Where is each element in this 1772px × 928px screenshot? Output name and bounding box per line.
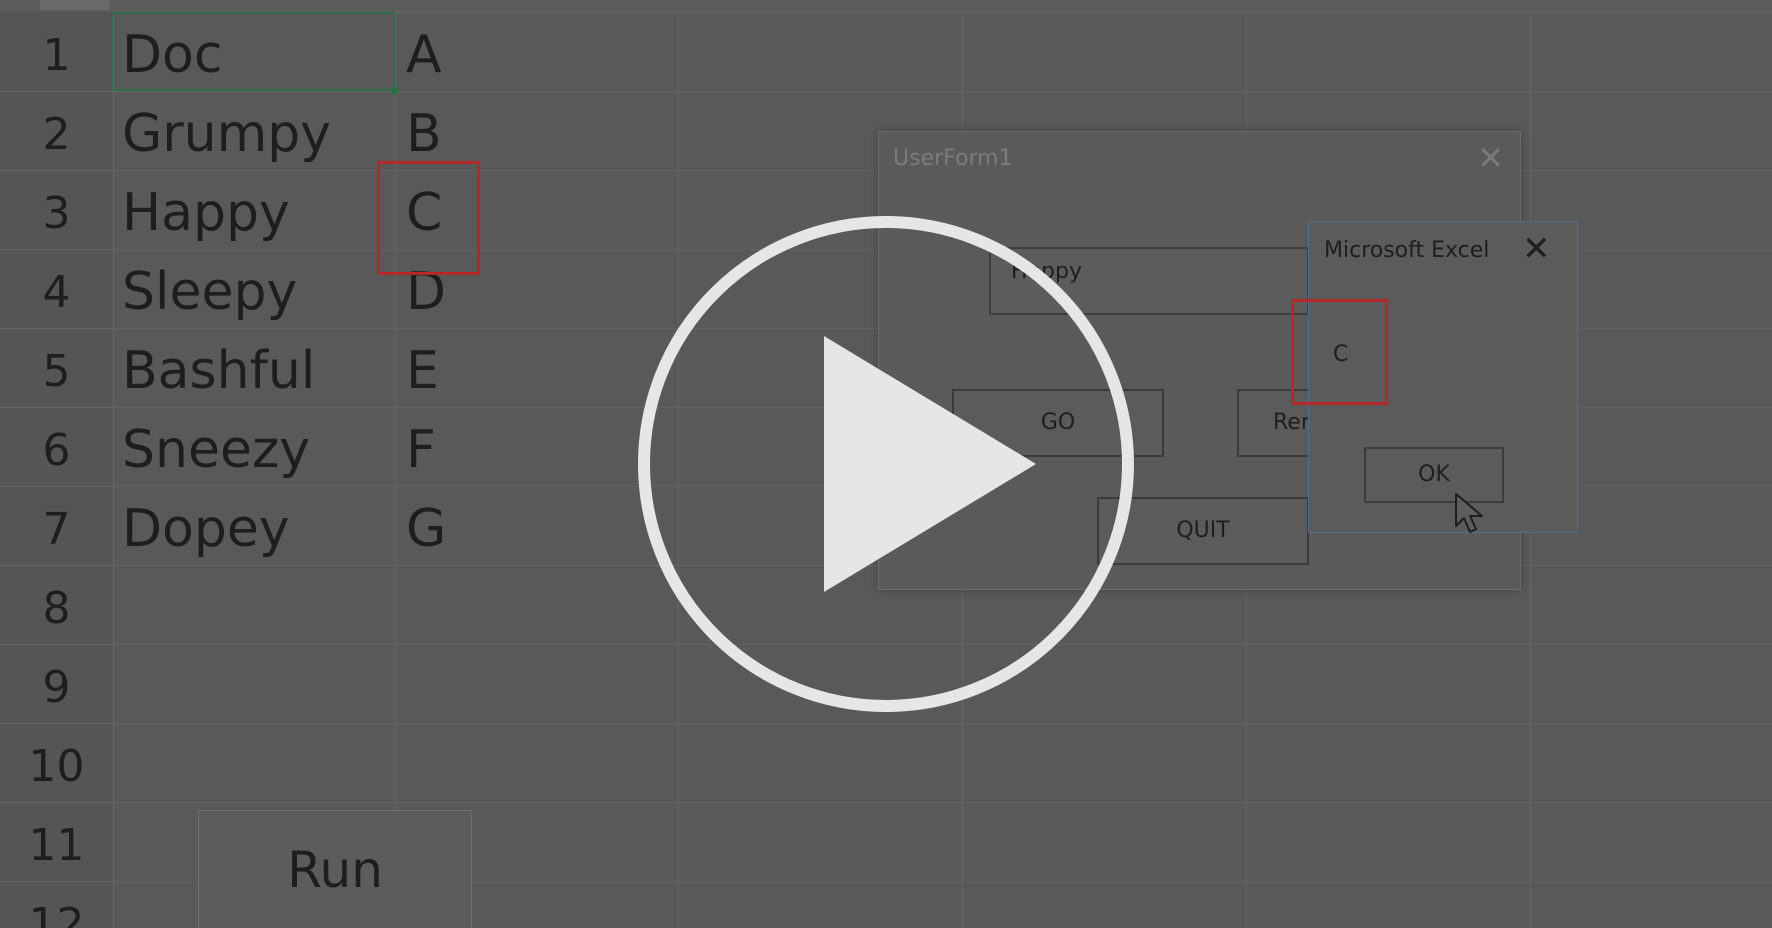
active-cell-border	[111, 12, 395, 91]
row-number[interactable]: 10	[0, 727, 113, 806]
cell-b[interactable]: F	[406, 411, 436, 490]
cell-a[interactable]: Sneezy	[122, 411, 310, 490]
close-icon[interactable]: ✕	[1477, 138, 1504, 178]
close-icon[interactable]: ✕	[1522, 230, 1551, 268]
fill-handle[interactable]	[391, 87, 398, 94]
row-number[interactable]: 6	[0, 411, 113, 490]
cell-a[interactable]: Bashful	[122, 332, 315, 411]
gridline	[395, 12, 396, 928]
mouse-pointer-icon	[1455, 493, 1483, 533]
row-number[interactable]: 2	[0, 95, 113, 174]
row-number[interactable]: 1	[0, 16, 113, 95]
highlight-box	[377, 161, 480, 275]
row-number[interactable]: 11	[0, 806, 113, 885]
userform-title: UserForm1	[893, 146, 1013, 171]
cell-a[interactable]: Grumpy	[122, 95, 331, 174]
run-button[interactable]: Run	[198, 810, 472, 928]
cell-a[interactable]: Sleepy	[122, 253, 297, 332]
row-number[interactable]: 5	[0, 332, 113, 411]
video-thumbnail: 1 2 3 4 5 6 7 8 9 10 11 12 Doc Grumpy Ha…	[0, 0, 1772, 928]
cell-a[interactable]: Dopey	[122, 490, 290, 569]
message-box-title: Microsoft Excel	[1324, 238, 1490, 263]
cell-b[interactable]: G	[406, 490, 446, 569]
select-all-corner[interactable]	[40, 0, 110, 10]
row-number[interactable]: 4	[0, 253, 113, 332]
gridline	[0, 802, 1772, 803]
row-number[interactable]: 12	[0, 885, 113, 928]
play-button-icon[interactable]	[634, 212, 1138, 716]
row-number[interactable]: 7	[0, 490, 113, 569]
gridline	[0, 91, 1772, 92]
row-number[interactable]: 8	[0, 569, 113, 648]
row-number[interactable]: 3	[0, 174, 113, 253]
cell-b[interactable]: E	[406, 332, 439, 411]
row-number[interactable]: 9	[0, 648, 113, 727]
gridline	[0, 723, 1772, 724]
cell-b[interactable]: A	[406, 16, 442, 95]
highlight-box	[1291, 299, 1388, 405]
cell-a[interactable]: Happy	[122, 174, 290, 253]
